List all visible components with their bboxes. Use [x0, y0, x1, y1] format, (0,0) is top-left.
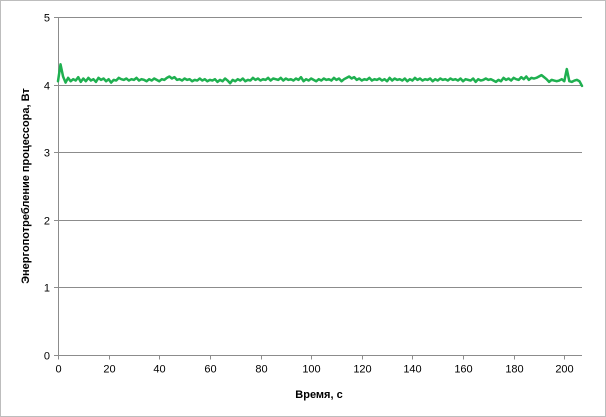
y-tick-label: 3	[44, 148, 50, 160]
grid-lines	[58, 17, 582, 288]
x-tick-label: 160	[454, 364, 472, 376]
y-tick-label: 4	[44, 81, 50, 93]
y-tick-label: 2	[44, 216, 50, 228]
y-axis-title: Энергопотребление процессора, Вт	[20, 88, 32, 284]
x-tick-label: 100	[302, 364, 320, 376]
x-tick-label: 40	[153, 364, 165, 376]
y-tick-label: 1	[44, 283, 50, 295]
y-tick-label: 0	[44, 351, 50, 363]
series-layer	[56, 63, 584, 88]
x-axis-title: Время, с	[295, 389, 342, 401]
tick-labels: 0 1 2 3 4 5 0 20 40 60 80 100 120 140 160 180 200	[44, 13, 574, 376]
x-tick-label: 200	[555, 364, 573, 376]
x-tick-label: 0	[55, 364, 61, 376]
x-tick-label: 180	[505, 364, 523, 376]
x-tick-label: 20	[103, 364, 115, 376]
x-tick-label: 140	[403, 364, 421, 376]
chart-frame: 0 1 2 3 4 5 0 20 40 60 80 100 120 140 160 180 200 Время,…	[0, 0, 606, 417]
axes	[54, 17, 582, 360]
x-tick-label: 60	[204, 364, 216, 376]
y-tick-label: 5	[44, 13, 50, 25]
x-tick-label: 80	[255, 364, 267, 376]
series-line	[56, 63, 584, 88]
x-tick-label: 120	[353, 364, 371, 376]
power-consumption-line-chart: 0 1 2 3 4 5 0 20 40 60 80 100 120 140 160 180 200 Время,…	[20, 13, 584, 401]
